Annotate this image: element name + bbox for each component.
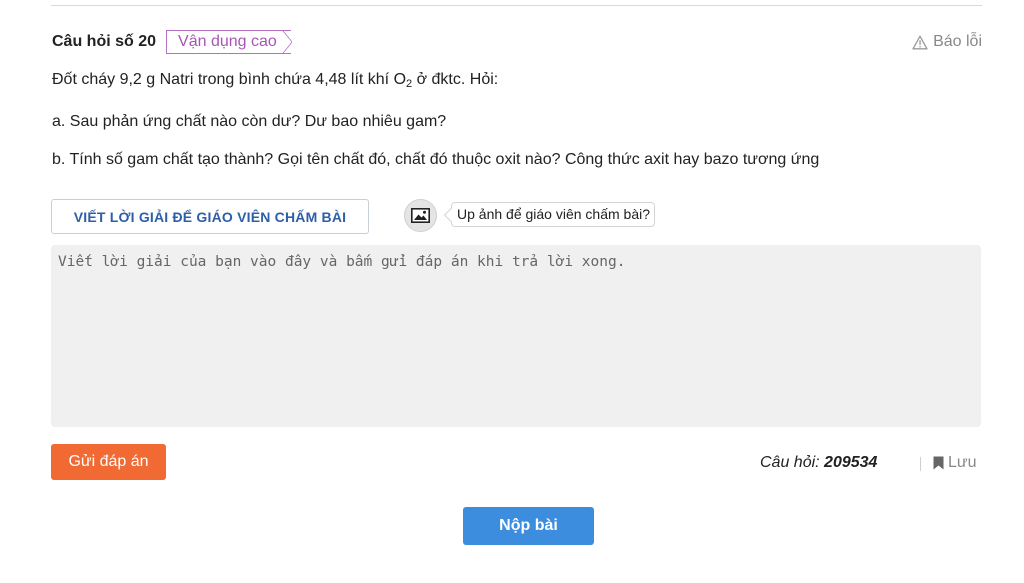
question-number: Câu hỏi số 20 xyxy=(52,33,157,50)
submit-test-button[interactable]: Nộp bài xyxy=(463,507,594,545)
upload-photo-button[interactable] xyxy=(404,199,437,232)
question-id-label: Câu hỏi: xyxy=(760,454,825,471)
question-text-part: Đốt cháy 9,2 g Natri trong bình chứa 4,4… xyxy=(52,71,407,88)
bookmark-icon xyxy=(933,456,944,470)
question-part-a: a. Sau phản ứng chất nào còn dư? Dư bao … xyxy=(52,113,447,130)
upload-photo-tooltip: Up ảnh để giáo viên chấm bài? xyxy=(451,202,656,227)
question-header: Câu hỏi số 20 Vận dụng cao Báo lỗi xyxy=(52,30,982,54)
top-divider xyxy=(51,5,982,6)
question-id-value: 209534 xyxy=(824,454,878,471)
answer-textarea[interactable] xyxy=(51,245,981,427)
question-part-b: b. Tính số gam chất tạo thành? Gọi tên c… xyxy=(52,151,820,168)
report-label: Báo lỗi xyxy=(933,33,982,50)
submit-answer-button[interactable]: Gửi đáp án xyxy=(51,444,166,480)
save-label: Lưu xyxy=(948,454,977,471)
report-error-link[interactable]: Báo lỗi xyxy=(912,33,982,51)
warning-icon xyxy=(912,35,928,49)
divider xyxy=(920,457,921,471)
save-button[interactable]: Lưu xyxy=(933,454,977,472)
question-text-part: ở đktc. Hỏi: xyxy=(412,71,499,88)
question-id: Câu hỏi: 209534 xyxy=(760,454,877,472)
image-icon xyxy=(411,208,430,223)
write-solution-button[interactable]: VIẾT LỜI GIẢI ĐỂ GIÁO VIÊN CHẤM BÀI xyxy=(51,199,369,234)
difficulty-badge: Vận dụng cao xyxy=(166,30,292,54)
question-text-line-1: Đốt cháy 9,2 g Natri trong bình chứa 4,4… xyxy=(52,71,498,90)
